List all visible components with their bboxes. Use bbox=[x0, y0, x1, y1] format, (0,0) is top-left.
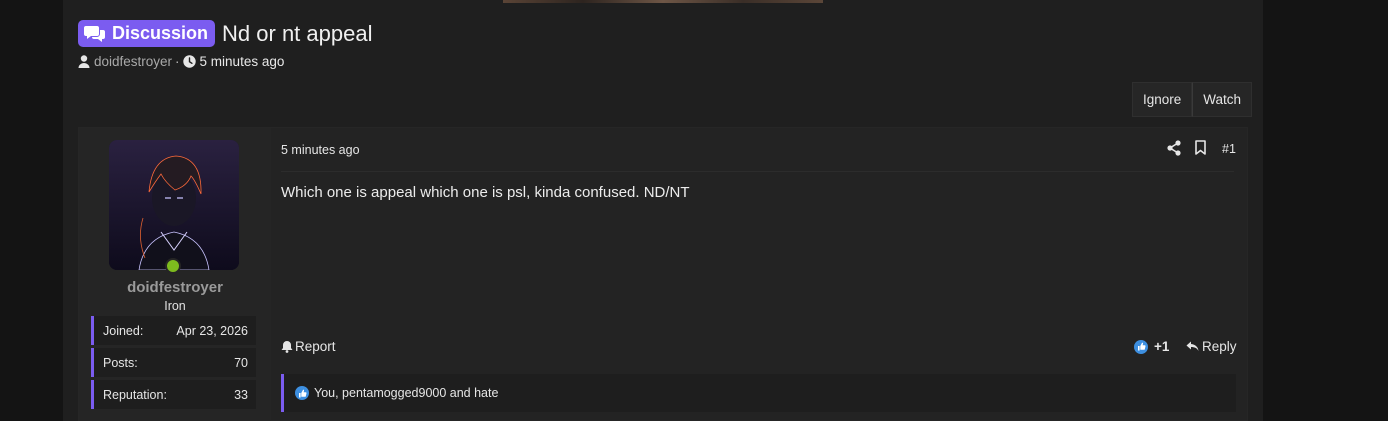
like-button[interactable]: +1 bbox=[1134, 339, 1169, 354]
stat-posts: Posts: 70 bbox=[91, 348, 256, 377]
post-time-link[interactable]: 5 minutes ago bbox=[281, 143, 360, 157]
thumbs-up-icon bbox=[295, 386, 309, 400]
thread-page: Discussion Nd or nt appeal doidfestroyer… bbox=[63, 0, 1263, 421]
share-icon[interactable] bbox=[1167, 140, 1181, 156]
thread-meta: doidfestroyer · 5 minutes ago bbox=[78, 54, 284, 69]
page-title: Nd or nt appeal bbox=[222, 20, 373, 46]
discussion-prefix-badge[interactable]: Discussion bbox=[78, 20, 216, 47]
post-header: 5 minutes ago #1 bbox=[281, 140, 1236, 172]
header-image bbox=[503, 0, 823, 3]
like-count: +1 bbox=[1154, 339, 1170, 354]
post-number-link[interactable]: #1 bbox=[1222, 142, 1236, 156]
thread-toolbar: Ignore Watch bbox=[1132, 82, 1253, 117]
stat-joined: Joined: Apr 23, 2026 bbox=[91, 316, 256, 345]
thread-time[interactable]: 5 minutes ago bbox=[200, 54, 285, 69]
avatar-image bbox=[109, 140, 239, 270]
report-link[interactable]: Report bbox=[281, 339, 336, 354]
user-stats: Joined: Apr 23, 2026 Posts: 70 Reputatio… bbox=[91, 316, 256, 412]
user-rank: Iron bbox=[164, 299, 186, 313]
ignore-button[interactable]: Ignore bbox=[1132, 82, 1193, 117]
clock-icon bbox=[182, 55, 196, 68]
stat-reputation: Reputation: 33 bbox=[91, 380, 256, 409]
post-actions: Report +1 Reply bbox=[281, 339, 1237, 359]
prefix-label: Discussion bbox=[112, 23, 209, 43]
stat-label: Joined: bbox=[103, 323, 144, 338]
stat-value[interactable]: 70 bbox=[234, 356, 248, 370]
avatar[interactable] bbox=[109, 140, 239, 270]
post-content: 5 minutes ago #1 Which one is appeal whi… bbox=[271, 128, 1249, 421]
reactions-text[interactable]: You, pentamogged9000 and hate bbox=[314, 386, 498, 400]
post-username[interactable]: doidfestroyer bbox=[79, 279, 271, 296]
reactions-bar[interactable]: You, pentamogged9000 and hate bbox=[281, 374, 1236, 412]
bell-icon bbox=[281, 341, 293, 353]
watch-button[interactable]: Watch bbox=[1192, 82, 1253, 117]
online-status-indicator bbox=[165, 258, 181, 274]
thread-author-link[interactable]: doidfestroyer bbox=[94, 54, 172, 69]
post: doidfestroyer Iron Joined: Apr 23, 2026 … bbox=[78, 127, 1248, 421]
stat-value: Apr 23, 2026 bbox=[176, 323, 248, 338]
report-label: Report bbox=[295, 339, 336, 354]
stat-label: Reputation: bbox=[103, 387, 167, 402]
bookmark-icon[interactable] bbox=[1195, 140, 1206, 155]
comments-icon bbox=[84, 26, 105, 42]
post-user-panel: doidfestroyer Iron Joined: Apr 23, 2026 … bbox=[79, 128, 271, 421]
stat-label: Posts: bbox=[103, 355, 138, 370]
reply-label: Reply bbox=[1202, 339, 1237, 354]
reply-button[interactable]: Reply bbox=[1186, 339, 1237, 354]
reply-icon bbox=[1186, 341, 1199, 351]
thread-title-row: Discussion Nd or nt appeal bbox=[78, 20, 372, 47]
post-body: Which one is appeal which one is psl, ki… bbox=[281, 184, 690, 201]
thumbs-up-icon bbox=[1134, 339, 1148, 354]
user-icon bbox=[78, 55, 90, 68]
meta-separator: · bbox=[175, 54, 180, 69]
stat-value: 33 bbox=[234, 387, 248, 402]
